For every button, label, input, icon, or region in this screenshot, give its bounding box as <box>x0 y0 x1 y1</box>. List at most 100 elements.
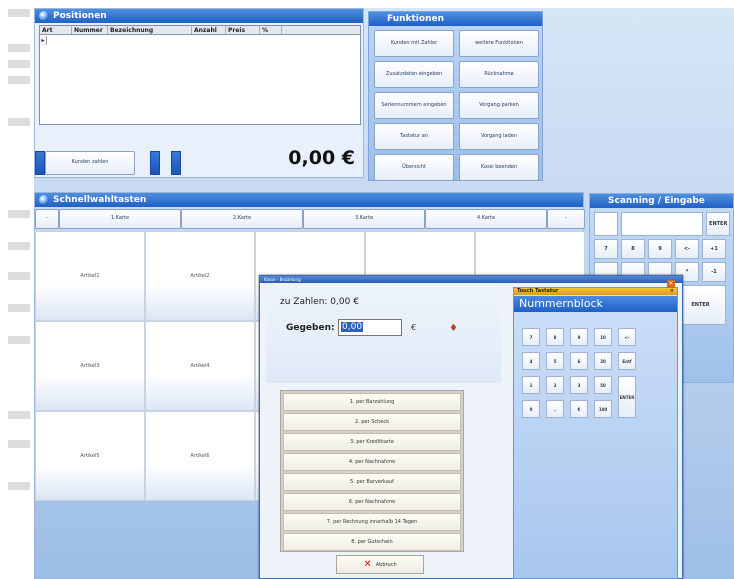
tab-card-3[interactable]: 3.Karte <box>303 209 425 229</box>
previous-tab-button[interactable]: - <box>35 209 59 229</box>
function-button-label: Kassi beenden <box>480 163 518 170</box>
key-label: 9 <box>577 334 581 340</box>
payment-method-button[interactable]: 6. per Nachnahme <box>283 493 461 511</box>
column-art[interactable]: Art <box>40 26 72 34</box>
scan-key[interactable]: 7 <box>594 239 618 259</box>
table-header: Art Nummer Bezeichnung Anzahl Preis % <box>40 26 360 35</box>
close-dialog-icon[interactable]: × <box>667 280 675 288</box>
key-label: , <box>554 406 556 412</box>
article-button[interactable]: Artikel6 <box>145 411 255 501</box>
park-transaction-button[interactable]: Vorgang parken <box>459 92 539 119</box>
column-description[interactable]: Bezeichnung <box>108 26 192 34</box>
close-register-button[interactable]: Kassi beenden <box>459 154 539 181</box>
positions-table[interactable]: Art Nummer Bezeichnung Anzahl Preis % ▸ <box>39 25 361 125</box>
numeric-key[interactable]: 6 <box>570 352 588 370</box>
column-quantity[interactable]: Anzahl <box>192 26 226 34</box>
delete-key[interactable]: Entf <box>618 352 636 370</box>
key-label: 50 <box>600 382 606 388</box>
numeric-key[interactable]: 3 <box>570 376 588 394</box>
center-stripe <box>150 151 160 175</box>
tab-card-1[interactable]: 1.Karte <box>59 209 181 229</box>
tab-label: 1.Karte <box>110 215 130 222</box>
scan-enter-label: ENTER <box>709 221 728 227</box>
numeric-key[interactable]: 5 <box>546 352 564 370</box>
numeric-key[interactable]: 0 <box>522 400 540 418</box>
numeric-key[interactable]: 8 <box>546 328 564 346</box>
customer-pay-button[interactable]: Kunden zahlen <box>45 151 135 175</box>
numeric-key[interactable]: 10 <box>594 328 612 346</box>
function-button-label: Rücknahme <box>484 70 514 77</box>
backspace-key[interactable]: <- <box>618 328 636 346</box>
functions-panel: Funktionen Kunden mit Zahler weitere Fun… <box>368 11 543 181</box>
euro-key[interactable]: € <box>570 400 588 418</box>
currency-symbol: € <box>411 323 417 332</box>
positions-title-bar: Positionen <box>35 9 363 23</box>
numeric-key[interactable]: 20 <box>594 352 612 370</box>
payment-method-button[interactable]: 4. per Nachnahme <box>283 453 461 471</box>
payment-method-button[interactable]: 3. per Kreditkarte <box>283 433 461 451</box>
column-percent[interactable]: % <box>260 26 282 34</box>
numeric-key[interactable]: 9 <box>570 328 588 346</box>
next-tab-button[interactable]: - <box>547 209 585 229</box>
scan-input-row: ENTER <box>594 212 731 236</box>
column-price[interactable]: Preis <box>226 26 260 34</box>
cancel-payment-button[interactable]: ✕ Abbruch <box>336 555 424 574</box>
scan-key[interactable]: <- <box>675 239 699 259</box>
additional-data-button[interactable]: Zusatzdaten eingeben <box>374 61 454 88</box>
scan-key-label: 8 <box>631 246 635 252</box>
article-button[interactable]: Artikel4 <box>145 321 255 411</box>
numeric-key[interactable]: 7 <box>522 328 540 346</box>
scan-enter-button[interactable]: ENTER <box>706 212 731 236</box>
more-functions-dropdown[interactable]: weitere Funktionen <box>459 30 539 57</box>
payment-method-label: 3. per Kreditkarte <box>349 439 395 445</box>
serial-numbers-button[interactable]: Seriennummern eingeben <box>374 92 454 119</box>
scan-key[interactable]: 9 <box>648 239 672 259</box>
column-number[interactable]: Nummer <box>72 26 108 34</box>
payment-hand-icon[interactable]: ♦ <box>449 323 459 335</box>
text-line <box>8 304 30 312</box>
tab-card-2[interactable]: 2.Karte <box>181 209 303 229</box>
article-button[interactable]: Artikel2 <box>145 231 255 321</box>
scan-key[interactable]: -1 <box>702 262 726 282</box>
numeric-key[interactable]: 50 <box>594 376 612 394</box>
function-button-label: Kunden mit Zahler <box>390 39 438 46</box>
text-line <box>8 482 30 490</box>
scan-quantity-field[interactable] <box>594 212 618 236</box>
numeric-key[interactable]: 2 <box>546 376 564 394</box>
scan-key-label: 7 <box>604 246 608 252</box>
article-button[interactable]: Artikel5 <box>35 411 145 501</box>
payment-method-button[interactable]: 1. per Barzahlung <box>283 393 461 411</box>
scan-key[interactable]: +1 <box>702 239 726 259</box>
load-transaction-button[interactable]: Vorgang laden <box>459 123 539 150</box>
current-row-marker[interactable]: ▸ <box>40 36 47 45</box>
touch-keypad: Touch Tastatur × × Nummernblock 7 8 9 10 … <box>513 280 678 579</box>
function-button-label: Zusatzdaten eingeben <box>385 70 443 77</box>
numeric-key[interactable]: 4 <box>522 352 540 370</box>
functions-title: Funktionen <box>387 14 444 24</box>
close-keypad-icon[interactable]: × <box>670 288 674 295</box>
article-button[interactable]: Artikel3 <box>35 321 145 411</box>
return-button[interactable]: Rücknahme <box>459 61 539 88</box>
payment-method-button[interactable]: 8. per Gutschein <box>283 533 461 551</box>
payment-method-button[interactable]: 7. per Rechnung innerhalb 14 Tagen <box>283 513 461 531</box>
overview-button[interactable]: Übersicht <box>374 154 454 181</box>
function-button-label: Übersicht <box>402 163 426 170</box>
article-button[interactable]: Artikel1 <box>35 231 145 321</box>
given-amount-input[interactable]: 0,00 <box>338 319 402 336</box>
scan-key-label: -1 <box>711 269 717 275</box>
payment-method-button[interactable]: 5. per Barverkauf <box>283 473 461 491</box>
scanning-title: Scanning / Eingabe <box>608 196 705 206</box>
numeric-key[interactable]: 1 <box>522 376 540 394</box>
customer-with-payer-button[interactable]: Kunden mit Zahler <box>374 30 454 57</box>
scan-code-field[interactable] <box>620 212 704 236</box>
key-label: ENTER <box>619 394 635 400</box>
numeric-key[interactable]: 100 <box>594 400 612 418</box>
keyboard-on-button[interactable]: Tastatur an <box>374 123 454 150</box>
scan-key[interactable]: 8 <box>621 239 645 259</box>
text-line <box>8 440 30 448</box>
key-label: 6 <box>577 358 581 364</box>
tab-card-4[interactable]: 4.Karte <box>425 209 547 229</box>
enter-key[interactable]: ENTER <box>618 376 636 418</box>
payment-method-button[interactable]: 2. per Scheck <box>283 413 461 431</box>
comma-key[interactable]: , <box>546 400 564 418</box>
